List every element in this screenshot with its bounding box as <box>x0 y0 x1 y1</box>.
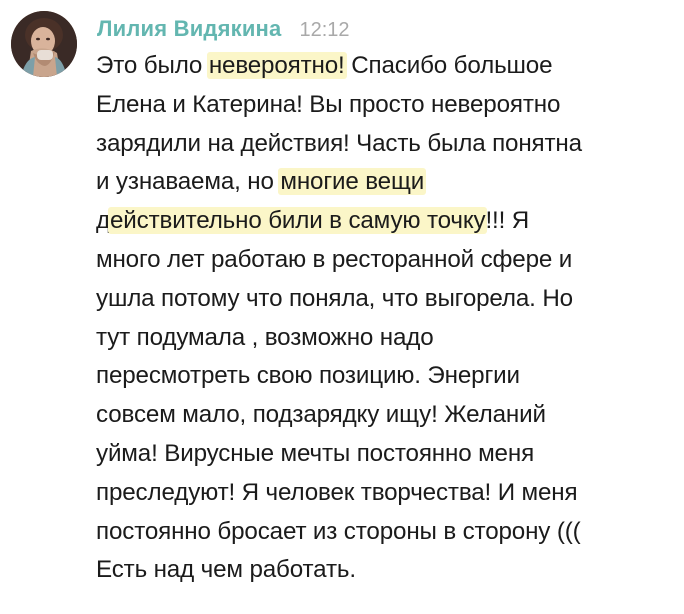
message-body: Это было невероятно! Спасибо большое Елен… <box>96 47 671 590</box>
author-name[interactable]: Лилия Видякина <box>97 16 281 42</box>
message-line: Это было невероятно! Спасибо большое <box>96 47 671 86</box>
message-text: Есть над чем работать. <box>96 556 356 584</box>
message-text: Спасибо большое <box>344 52 553 79</box>
message-line: Елена и Катерина! Вы просто невероятно <box>96 86 671 125</box>
message-text: тут подумала , возможно надо <box>96 323 434 351</box>
message-line: ушла потому что поняла, что выгорела. Но <box>96 280 671 319</box>
message-line: постоянно бросает из стороны в сторону (… <box>96 513 671 552</box>
message-line: совсем мало, подзарядку ищу! Желаний <box>96 396 671 435</box>
message-line: пересмотреть свою позицию. Энергии <box>96 357 671 396</box>
message-line: тут подумала , возможно надо <box>96 319 671 358</box>
message-text: зарядили на действия! Часть была понятна <box>96 129 582 157</box>
message-line: преследуют! Я человек творчества! И меня <box>96 474 671 513</box>
message-line: много лет работаю в ресторанной сфере и <box>96 241 671 280</box>
message-line: и узнаваема, но многие вещи <box>96 163 671 202</box>
message-header: Лилия Видякина 12:12 <box>97 16 350 50</box>
chat-message: Лилия Видякина 12:12 Это было невероятно… <box>0 0 684 614</box>
message-line: Есть над чем работать. <box>96 551 671 590</box>
message-text: совсем мало, подзарядку ищу! Желаний <box>96 401 546 429</box>
avatar-photo-icon <box>11 11 77 77</box>
highlighted-text: невероятно! <box>206 52 347 79</box>
highlighted-text: ействительно били в самую точку <box>107 207 488 235</box>
message-text: пересмотреть свою позицию. Энергии <box>96 362 520 390</box>
message-line: действительно били в самую точку!!! Я <box>96 202 671 241</box>
message-text: Елена и Катерина! Вы просто невероятно <box>96 90 561 118</box>
message-text: ушла потому что поняла, что выгорела. Но <box>96 284 573 312</box>
message-text: Это было <box>96 52 209 79</box>
message-text: !!! Я <box>485 207 530 235</box>
message-line: уйма! Вирусные мечты постоянно меня <box>96 435 671 474</box>
user-avatar[interactable] <box>11 11 77 77</box>
message-line: зарядили на действия! Часть была понятна <box>96 125 671 164</box>
message-text: преследуют! Я человек творчества! И меня <box>96 478 578 506</box>
message-text: постоянно бросает из стороны в сторону (… <box>96 517 581 545</box>
highlighted-text: многие вещи <box>278 168 427 196</box>
message-text: и узнаваема, но <box>96 168 281 196</box>
message-text: уйма! Вирусные мечты постоянно меня <box>96 439 535 467</box>
message-text: много лет работаю в ресторанной сфере и <box>96 245 573 273</box>
message-time: 12:12 <box>299 19 350 41</box>
